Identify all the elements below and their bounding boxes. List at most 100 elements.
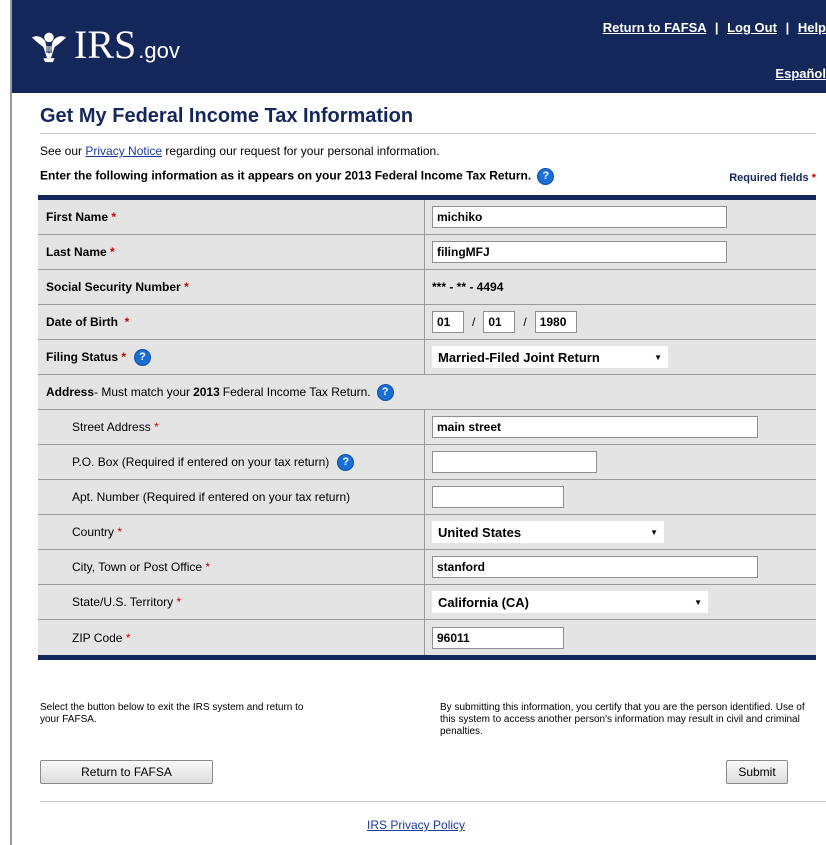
dob-day-input[interactable] [483,311,516,333]
dob-row: Date of Birth * / / [38,305,816,340]
label-text: Apt. Number (Required if entered on your… [72,490,351,504]
country-label: Country * [38,515,425,549]
exit-note: Select the button below to exit the IRS … [40,702,304,725]
help-icon[interactable]: ? [337,453,355,471]
apt-number-input[interactable] [432,486,564,508]
left-margin [0,0,10,845]
label-text: State/U.S. Territory [72,595,174,609]
submit-button[interactable]: Submit [726,760,788,784]
address-note: - Must match your [94,385,191,399]
city-row: City, Town or Post Office * [38,550,816,585]
country-row: Country * United States ▼ [38,515,816,550]
apt-row: Apt. Number (Required if entered on your… [38,480,816,515]
state-label: State/U.S. Territory * [38,585,425,619]
title-divider [40,133,816,134]
ssn-masked-value: *** - ** - 4494 [432,280,504,294]
dob-label: Date of Birth * [38,305,425,339]
dob-month-input[interactable] [432,311,464,333]
label-text: First Name [46,210,109,224]
state-row: State/U.S. Territory * California (CA) ▼ [38,585,816,620]
first-name-row: First Name * [38,200,816,235]
top-links: Return to FAFSA | Log Out | Help [603,20,826,35]
required-asterisk: * [176,595,182,609]
label-text: ZIP Code [72,630,123,645]
required-asterisk: * [111,210,117,224]
address-year: 2013 [193,385,220,399]
irs-privacy-policy-link[interactable]: IRS Privacy Policy [367,818,465,832]
privacy-notice-text: See our Privacy Notice regarding our req… [40,144,440,158]
label-text: Last Name [46,245,107,259]
apt-label: Apt. Number (Required if entered on your… [38,480,425,514]
address-note-rest: Federal Income Tax Return. [222,385,371,399]
required-asterisk: * [154,420,159,434]
address-header-row: Address - Must match your 2013 Federal I… [38,375,816,410]
first-name-input[interactable] [432,206,727,228]
zip-row: ZIP Code * [38,620,816,655]
date-separator: / [472,315,476,329]
chevron-down-icon: ▼ [650,527,658,537]
link-separator: | [714,20,719,35]
last-name-row: Last Name * [38,235,816,270]
street-address-input[interactable] [432,416,758,438]
street-row: Street Address * [38,410,816,445]
logo-irs-text: IRS [74,22,137,67]
return-to-fafsa-link[interactable]: Return to FAFSA [603,20,707,35]
zip-code-input[interactable] [432,626,564,649]
espanol-link[interactable]: Español [775,66,826,81]
eagle-logo-icon [31,32,67,63]
last-name-input[interactable] [432,241,727,263]
required-fields-label: Required fields [729,172,809,184]
logo-gov-text: .gov [138,38,180,63]
privacy-notice-link[interactable]: Privacy Notice [85,144,162,158]
irs-logo[interactable]: IRS .gov [30,22,180,67]
footer-divider [40,801,826,802]
dob-year-input[interactable] [534,311,577,333]
help-icon[interactable]: ? [376,383,394,401]
site-header: IRS .gov Return to FAFSA | Log Out | Hel… [12,0,826,93]
label-text: City, Town or Post Office [72,560,203,574]
required-asterisk: * [117,525,123,539]
label-text: P.O. Box (Required if entered on your ta… [72,455,330,469]
date-separator: / [523,315,527,329]
country-select[interactable]: United States ▼ [432,521,664,543]
privacy-suffix: regarding our request for your personal … [162,144,440,158]
po-box-input[interactable] [432,451,597,473]
return-to-fafsa-button[interactable]: Return to FAFSA [40,760,213,784]
left-border-line [10,0,12,845]
ssn-label: Social Security Number * [38,270,425,304]
label-text: Social Security Number [46,280,181,294]
chevron-down-icon: ▼ [694,597,702,607]
help-link[interactable]: Help [798,20,826,35]
last-name-label: Last Name * [38,235,425,269]
address-header: Address - Must match your 2013 Federal I… [38,375,816,409]
first-name-label: First Name * [38,200,425,234]
country-value: United States [438,524,522,540]
required-fields-note: Required fields * [729,172,816,184]
required-asterisk: * [121,350,127,364]
filing-status-select[interactable]: Married-Filed Joint Return ▼ [432,346,668,368]
link-separator: | [785,20,790,35]
label-text: Country [72,525,115,539]
po-box-label: P.O. Box (Required if entered on your ta… [38,445,425,479]
street-label: Street Address * [38,410,425,444]
page-title: Get My Federal Income Tax Information [40,105,414,127]
required-asterisk: * [205,560,211,574]
help-icon[interactable]: ? [537,168,555,185]
tax-info-form: First Name * Last Name * Social Security… [38,195,816,660]
required-asterisk: * [184,280,189,294]
help-icon[interactable]: ? [134,348,152,366]
label-text: Date of Birth [46,315,118,329]
label-text: Filing Status [46,350,118,364]
po-box-row: P.O. Box (Required if entered on your ta… [38,445,816,480]
state-select[interactable]: California (CA) ▼ [432,591,708,613]
log-out-link[interactable]: Log Out [727,20,777,35]
filing-status-label: Filing Status *? [38,340,425,374]
required-asterisk: * [811,172,816,184]
privacy-prefix: See our [40,144,86,158]
city-label: City, Town or Post Office * [38,550,425,584]
city-input[interactable] [432,556,758,578]
filing-status-value: Married-Filed Joint Return [438,349,600,365]
ssn-row: Social Security Number * *** - ** - 4494 [38,270,816,305]
address-label: Address [46,385,95,399]
filing-status-row: Filing Status *? Married-Filed Joint Ret… [38,340,816,375]
